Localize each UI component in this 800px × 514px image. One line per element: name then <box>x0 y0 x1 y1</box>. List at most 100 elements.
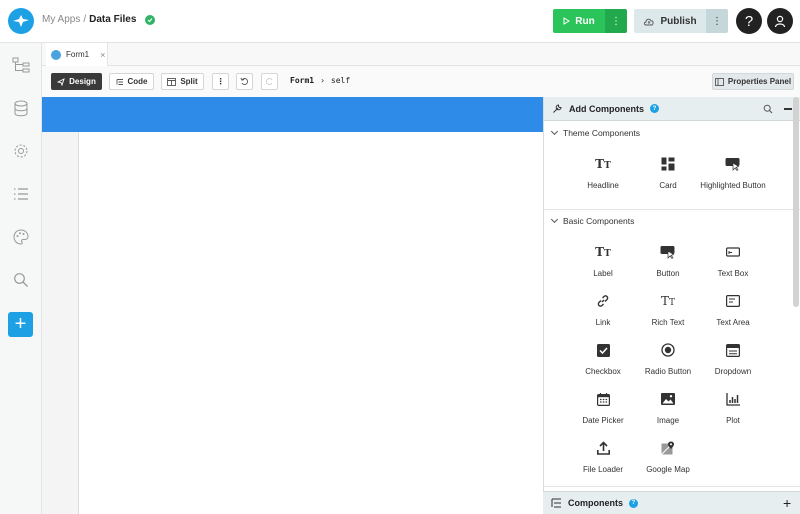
tab-close-icon[interactable]: × <box>100 50 105 60</box>
form-header-band[interactable] <box>42 97 543 132</box>
chevron-down-icon <box>550 127 559 136</box>
add-plus-icon[interactable]: + <box>8 312 33 337</box>
breadcrumb-my-apps[interactable]: My Apps <box>42 14 80 25</box>
component-file-loader[interactable]: File Loader <box>568 440 638 475</box>
component-dropdown[interactable]: Dropdown <box>698 342 768 377</box>
settings-gear-icon[interactable] <box>11 141 31 161</box>
run-button[interactable]: Run <box>553 9 605 33</box>
checkbox-icon <box>594 342 612 358</box>
app-tree-icon[interactable] <box>11 55 31 75</box>
split-button[interactable]: Split <box>161 73 204 90</box>
add-components-help-icon[interactable]: ? <box>650 104 659 113</box>
textbox-icon <box>724 244 742 260</box>
component-label-widget[interactable]: TT Label <box>568 244 638 279</box>
toolbar-more-button[interactable]: ⋮ <box>212 73 229 90</box>
run-more-button[interactable]: ⋮ <box>605 9 627 33</box>
design-label: Design <box>69 77 96 86</box>
components-help-icon[interactable]: ? <box>629 498 638 508</box>
component-label: Button <box>656 269 680 278</box>
component-highlighted-button[interactable]: Highlighted Button <box>698 156 768 191</box>
properties-panel-button[interactable]: Properties Panel <box>712 73 794 90</box>
panel-collapse-icon[interactable] <box>784 108 792 110</box>
component-label: Rich Text <box>651 318 685 327</box>
properties-label: Properties Panel <box>727 77 792 86</box>
basic-components-header[interactable]: Basic Components <box>550 215 634 226</box>
component-text-box[interactable]: Text Box <box>698 244 768 279</box>
send-icon <box>57 77 65 86</box>
crumb-arrow: › <box>320 76 325 85</box>
code-lines-icon <box>116 78 123 85</box>
cloud-upload-icon <box>644 18 654 25</box>
component-card[interactable]: Card <box>633 156 703 191</box>
split-view-icon <box>167 77 177 86</box>
component-label: Link <box>595 318 611 327</box>
left-sidebar: + <box>0 43 42 514</box>
radio-icon <box>659 342 677 358</box>
editor-toolbar: Design Code Split ⋮ Form1 › self Propert… <box>42 66 800 97</box>
component-google-map[interactable]: Google Map <box>633 440 703 475</box>
component-label: Plot <box>726 416 740 425</box>
wrench-icon <box>553 104 562 113</box>
chevron-down-icon <box>550 215 559 224</box>
text-icon: TT <box>660 294 676 308</box>
publish-more-button[interactable]: ⋮ <box>706 9 728 33</box>
component-label: Headline <box>587 181 619 190</box>
link-icon <box>594 293 612 309</box>
user-account-icon[interactable] <box>767 8 793 34</box>
publish-button[interactable]: Publish <box>634 9 706 33</box>
component-plot[interactable]: Plot <box>698 391 768 426</box>
calendar-icon <box>594 391 612 407</box>
component-rich-text[interactable]: TT Rich Text <box>633 293 703 328</box>
tab-form1[interactable]: Form1 × <box>46 43 108 66</box>
redo-button[interactable] <box>261 73 278 90</box>
component-label: Date Picker <box>582 416 624 425</box>
components-panel-header[interactable]: Components ? + <box>543 491 800 514</box>
split-label: Split <box>180 77 198 86</box>
map-icon <box>659 440 677 456</box>
code-button[interactable]: Code <box>109 73 154 90</box>
button-icon <box>659 244 677 260</box>
add-components-header: Add Components ? <box>544 97 800 121</box>
form-content-area[interactable] <box>78 132 543 514</box>
help-button[interactable]: ? <box>736 8 762 34</box>
component-radio-button[interactable]: Radio Button <box>633 342 703 377</box>
run-label: Run <box>575 15 595 27</box>
component-text-area[interactable]: Text Area <box>698 293 768 328</box>
app-logo-icon[interactable] <box>8 8 34 34</box>
tab-strip: Form1 × <box>42 43 800 66</box>
design-button[interactable]: Design <box>51 73 102 90</box>
crumb-form1[interactable]: Form1 <box>290 76 314 85</box>
panel-search-icon[interactable] <box>763 104 773 114</box>
component-label: File Loader <box>582 465 624 474</box>
component-image[interactable]: Image <box>633 391 703 426</box>
component-headline[interactable]: TT Headline <box>568 156 638 191</box>
run-button-group: Run ⋮ <box>553 9 627 33</box>
database-icon[interactable] <box>11 98 31 118</box>
plot-icon <box>724 391 742 407</box>
component-date-picker[interactable]: Date Picker <box>568 391 638 426</box>
component-label: Dropdown <box>714 367 752 376</box>
crumb-self[interactable]: self <box>331 76 350 85</box>
component-button[interactable]: Button <box>633 244 703 279</box>
component-label: Text Box <box>717 269 749 278</box>
search-icon[interactable] <box>11 270 31 290</box>
component-label: Highlighted Button <box>700 181 766 190</box>
component-checkbox[interactable]: Checkbox <box>568 342 638 377</box>
list-icon[interactable] <box>11 184 31 204</box>
textarea-icon <box>724 293 742 309</box>
add-components-panel: Add Components ? Theme Components TT Hea… <box>543 97 800 514</box>
design-canvas <box>42 97 543 514</box>
undo-button[interactable] <box>236 73 253 90</box>
component-link[interactable]: Link <box>568 293 638 328</box>
component-label: Checkbox <box>585 367 621 376</box>
breadcrumb-app-name[interactable]: Data Files <box>89 14 136 25</box>
theme-components-header[interactable]: Theme Components <box>550 127 640 138</box>
panel-scrollbar[interactable] <box>793 97 799 307</box>
section-divider <box>544 209 800 210</box>
breadcrumb-separator: / <box>83 14 87 25</box>
components-add-icon[interactable]: + <box>783 495 791 511</box>
palette-icon[interactable] <box>11 227 31 247</box>
component-label: Card <box>659 181 677 190</box>
panel-icon <box>714 77 724 86</box>
publish-label: Publish <box>660 15 697 27</box>
